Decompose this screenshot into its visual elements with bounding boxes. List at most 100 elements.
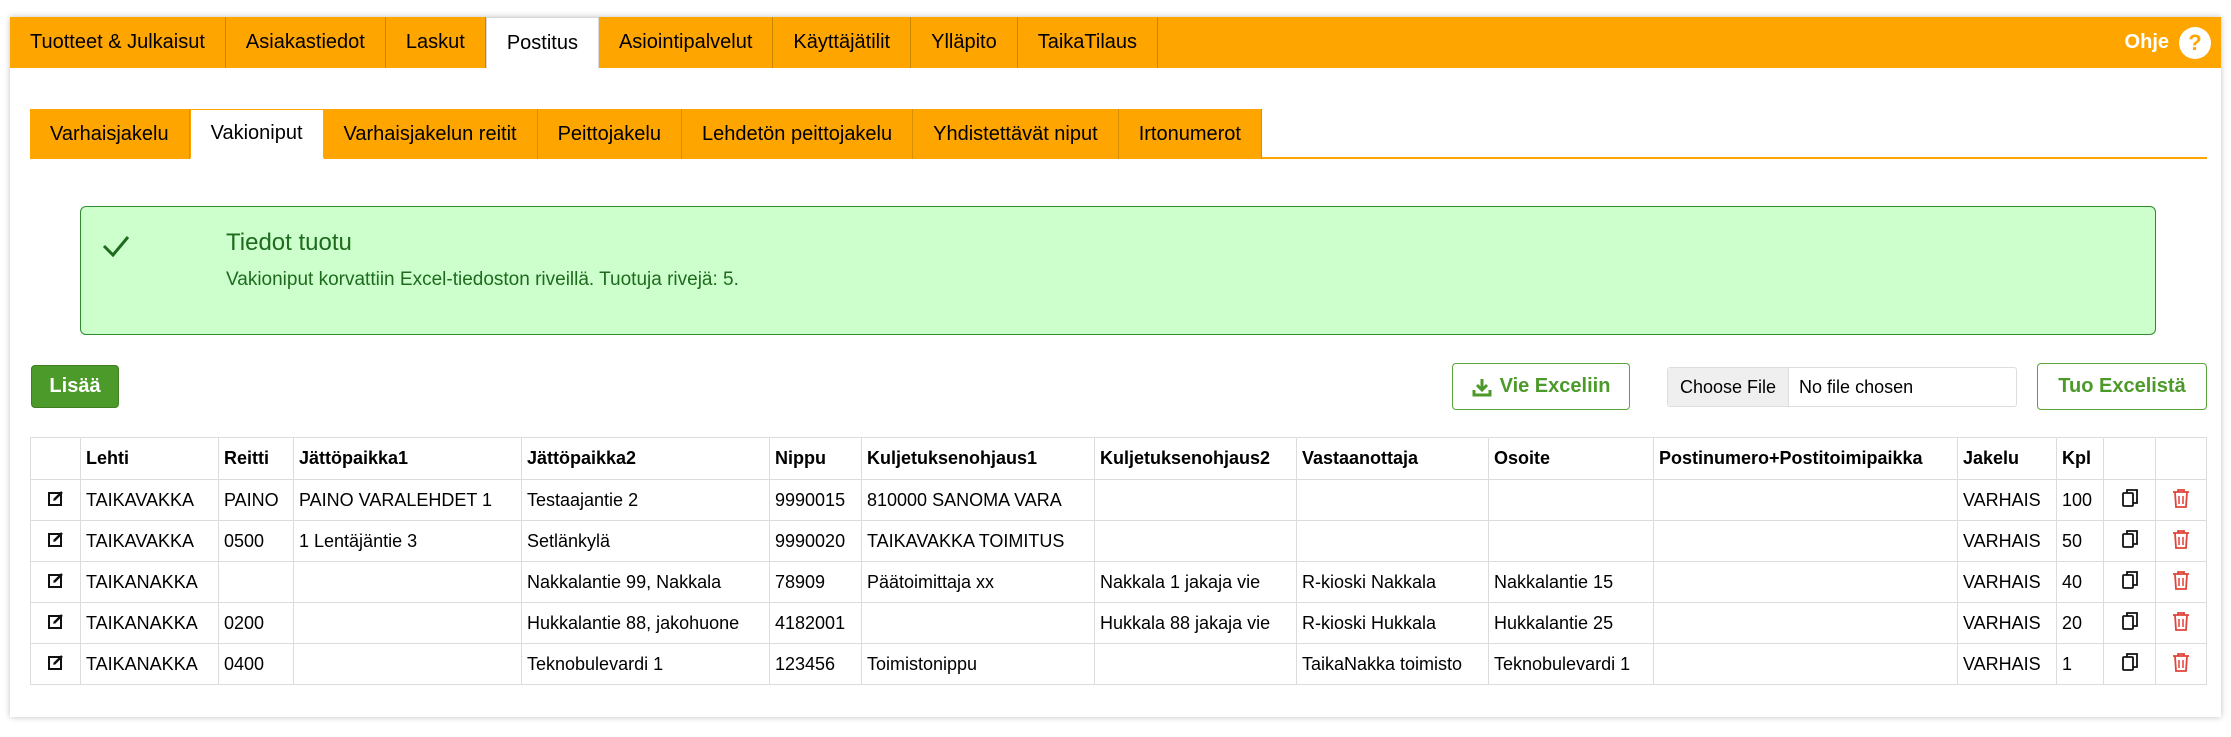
cell-lehti: TAIKANAKKA	[80, 643, 219, 685]
column-header-jakelu[interactable]: Jakelu	[1957, 437, 2057, 480]
copy-cell	[2103, 602, 2156, 644]
column-header-lehti[interactable]: Lehti	[80, 437, 219, 480]
cell-reitti: PAINO	[218, 479, 294, 521]
cell-osoite	[1488, 479, 1654, 521]
cell-osoite: Nakkalantie 15	[1488, 561, 1654, 603]
trash-icon[interactable]	[2172, 529, 2190, 554]
cell-kuljetuksenohjaus1: Toimistonippu	[861, 643, 1095, 685]
edit-cell	[30, 602, 81, 644]
help-link[interactable]: Ohje ?	[2125, 17, 2211, 68]
alert-title: Tiedot tuotu	[226, 229, 352, 256]
column-header-osoite[interactable]: Osoite	[1488, 437, 1654, 480]
cell-kpl: 50	[2056, 520, 2104, 562]
trash-icon[interactable]	[2172, 611, 2190, 636]
nav-asiakastiedot[interactable]: Asiakastiedot	[226, 17, 386, 68]
nav-laskut[interactable]: Laskut	[386, 17, 486, 68]
column-header-nippu[interactable]: Nippu	[769, 437, 862, 480]
tab-irtonumerot[interactable]: Irtonumerot	[1118, 109, 1262, 159]
cell-kpl: 1	[2056, 643, 2104, 685]
table-row: TAIKANAKKA 0200 Hukkalantie 88, jakohuone 4…	[30, 602, 2207, 644]
cell-lehti: TAIKANAKKA	[80, 561, 219, 603]
cell-vastaanottaja	[1296, 479, 1489, 521]
edit-icon[interactable]	[47, 653, 65, 676]
cell-kpl: 40	[2056, 561, 2104, 603]
import-excel-button[interactable]: Tuo Excelistä	[2037, 363, 2207, 410]
help-icon: ?	[2179, 26, 2211, 59]
tab-lehdeton-peittojakelu[interactable]: Lehdetön peittojakelu	[681, 109, 914, 159]
cell-reitti: 0400	[218, 643, 294, 685]
cell-jattopaikka2: Hukkalantie 88, jakohuone	[521, 602, 770, 644]
table-row: TAIKAVAKKA 0500 1 Lentäjäntie 3 Setlänkylä 9…	[30, 520, 2207, 562]
copy-icon[interactable]	[2121, 652, 2139, 677]
copy-cell	[2103, 643, 2156, 685]
cell-postinumero	[1653, 643, 1958, 685]
cell-vastaanottaja: R-kioski Hukkala	[1296, 602, 1489, 644]
cell-nippu: 78909	[769, 561, 862, 603]
tab-yhdistettavat-niput[interactable]: Yhdistettävät niput	[913, 109, 1119, 159]
cell-jakelu: VARHAIS	[1957, 602, 2057, 644]
nav-yllapito[interactable]: Ylläpito	[911, 17, 1018, 68]
nav-tuotteet-julkaisut[interactable]: Tuotteet & Julkaisut	[10, 17, 226, 68]
app-frame: Tuotteet & Julkaisut Asiakastiedot Lasku…	[10, 17, 2221, 717]
delete-cell	[2155, 479, 2207, 521]
cell-vastaanottaja: TaikaNakka toimisto	[1296, 643, 1489, 685]
help-label: Ohje	[2124, 31, 2169, 53]
cell-kuljetuksenohjaus2	[1094, 520, 1297, 562]
nav-taikatilaus[interactable]: TaikaTilaus	[1018, 17, 1159, 68]
copy-icon[interactable]	[2121, 488, 2139, 513]
column-header	[2155, 437, 2207, 480]
trash-icon[interactable]	[2172, 570, 2190, 595]
cell-osoite: Hukkalantie 25	[1488, 602, 1654, 644]
column-header-jattopaikka1[interactable]: Jättöpaikka1	[293, 437, 522, 480]
nav-kayttajatilit[interactable]: Käyttäjätilit	[773, 17, 912, 68]
export-excel-button[interactable]: Vie Exceliin	[1452, 363, 1630, 410]
edit-icon[interactable]	[47, 489, 65, 512]
download-icon	[1472, 378, 1492, 396]
table-header-row: Lehti Reitti Jättöpaikka1 Jättöpaikka2 N…	[30, 437, 2207, 480]
column-header-reitti[interactable]: Reitti	[218, 437, 294, 480]
trash-icon[interactable]	[2172, 652, 2190, 677]
edit-icon[interactable]	[47, 612, 65, 635]
cell-kuljetuksenohjaus1: Päätoimittaja xx	[861, 561, 1095, 603]
column-header-kuljetuksenohjaus1[interactable]: Kuljetuksenohjaus1	[861, 437, 1095, 480]
cell-vastaanottaja	[1296, 520, 1489, 562]
edit-cell	[30, 643, 81, 685]
add-button[interactable]: Lisää	[31, 365, 119, 408]
column-header-vastaanottaja[interactable]: Vastaanottaja	[1296, 437, 1489, 480]
copy-icon[interactable]	[2121, 529, 2139, 554]
column-header-kpl[interactable]: Kpl	[2056, 437, 2104, 480]
column-header-kuljetuksenohjaus2[interactable]: Kuljetuksenohjaus2	[1094, 437, 1297, 480]
bundles-table: Lehti Reitti Jättöpaikka1 Jättöpaikka2 N…	[30, 437, 2207, 685]
file-status: No file chosen	[1799, 376, 1914, 397]
copy-icon[interactable]	[2121, 611, 2139, 636]
edit-icon[interactable]	[47, 530, 65, 553]
nav-asiointipalvelut[interactable]: Asiointipalvelut	[599, 17, 774, 68]
delete-cell	[2155, 643, 2207, 685]
cell-osoite	[1488, 520, 1654, 562]
edit-cell	[30, 479, 81, 521]
edit-icon[interactable]	[47, 571, 65, 594]
nav-postitus[interactable]: Postitus	[485, 17, 599, 68]
column-header-jattopaikka2[interactable]: Jättöpaikka2	[521, 437, 770, 480]
copy-icon[interactable]	[2121, 570, 2139, 595]
choose-file-button[interactable]: Choose File	[1668, 368, 1790, 406]
copy-cell	[2103, 520, 2156, 562]
table-row: TAIKANAKKA Nakkalantie 99, Nakkala 78909 Pä…	[30, 561, 2207, 603]
tab-vakioniput[interactable]: Vakioniput	[189, 109, 324, 159]
trash-icon[interactable]	[2172, 488, 2190, 513]
column-header-postinumero[interactable]: Postinumero+Postitoimipaikka	[1653, 437, 1958, 480]
column-header	[30, 437, 81, 480]
tab-varhaisjakelun-reitit[interactable]: Varhaisjakelun reitit	[323, 109, 538, 159]
cell-lehti: TAIKANAKKA	[80, 602, 219, 644]
copy-cell	[2103, 561, 2156, 603]
cell-jakelu: VARHAIS	[1957, 561, 2057, 603]
cell-jakelu: VARHAIS	[1957, 643, 2057, 685]
cell-jattopaikka1: PAINO VARALEHDET 1	[293, 479, 522, 521]
alert-message: Vakioniput korvattiin Excel-tiedoston ri…	[226, 269, 739, 290]
tab-peittojakelu[interactable]: Peittojakelu	[537, 109, 682, 159]
cell-kpl: 20	[2056, 602, 2104, 644]
copy-cell	[2103, 479, 2156, 521]
file-input[interactable]: Choose File No file chosen	[1667, 367, 2017, 407]
tab-varhaisjakelu[interactable]: Varhaisjakelu	[30, 109, 190, 159]
cell-reitti	[218, 561, 294, 603]
